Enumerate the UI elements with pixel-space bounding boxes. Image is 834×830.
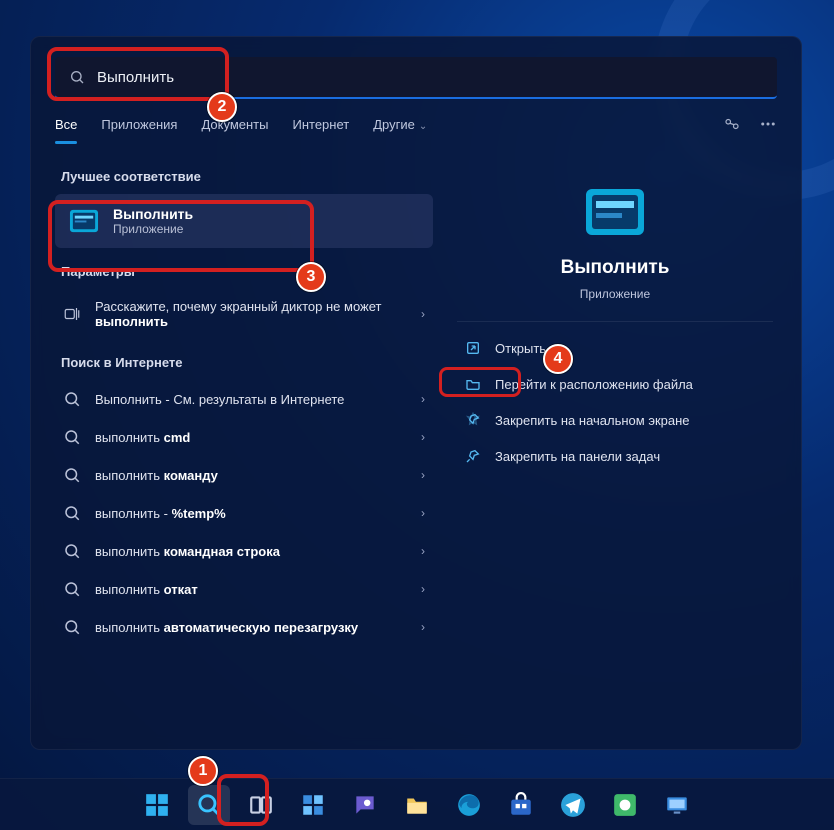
divider: [457, 321, 773, 322]
best-match-title: Выполнить: [113, 206, 193, 222]
pin-taskbar-icon: [465, 448, 481, 464]
search-icon: [63, 542, 81, 560]
chevron-right-icon: ›: [421, 468, 425, 482]
section-settings-title: Параметры: [61, 264, 433, 279]
web-result-row[interactable]: выполнить автоматическую перезагрузку ›: [55, 608, 433, 646]
taskbar-search-button[interactable]: [188, 785, 230, 825]
search-icon: [63, 504, 81, 522]
preview-subtitle: Приложение: [580, 287, 650, 301]
search-icon: [63, 618, 81, 636]
tab-internet[interactable]: Интернет: [292, 117, 349, 144]
preview-title: Выполнить: [561, 257, 670, 279]
action-pin-start[interactable]: Закрепить на начальном экране: [457, 402, 773, 438]
action-pin-start-label: Закрепить на начальном экране: [495, 413, 690, 428]
folder-icon: [465, 376, 481, 392]
action-open-label: Открыть: [495, 341, 546, 356]
preview-pane: Выполнить Приложение Открыть Перейти к р…: [441, 153, 801, 749]
web-result-row[interactable]: выполнить команду ›: [55, 456, 433, 494]
settings-result-text: Расскажите, почему экранный диктор не мо…: [95, 299, 407, 329]
chevron-right-icon: ›: [421, 506, 425, 520]
tab-documents[interactable]: Документы: [201, 117, 268, 144]
best-match-subtitle: Приложение: [113, 222, 193, 236]
results-left-column: Лучшее соответствие Выполнить Приложение…: [31, 153, 441, 749]
search-input[interactable]: [97, 69, 763, 86]
action-open[interactable]: Открыть: [457, 330, 773, 366]
store-button[interactable]: [500, 785, 542, 825]
search-icon: [63, 466, 81, 484]
network-status-icon[interactable]: [723, 115, 741, 133]
chevron-right-icon: ›: [421, 430, 425, 444]
telegram-button[interactable]: [552, 785, 594, 825]
search-icon: [63, 580, 81, 598]
web-result-text: выполнить - %temp%: [95, 506, 226, 521]
narrator-settings-icon: [63, 305, 81, 323]
section-best-match-title: Лучшее соответствие: [61, 169, 433, 184]
action-location-label: Перейти к расположению файла: [495, 377, 693, 392]
chevron-right-icon: ›: [421, 620, 425, 634]
widgets-button[interactable]: [292, 785, 334, 825]
search-icon: [63, 390, 81, 408]
web-result-row[interactable]: выполнить cmd ›: [55, 418, 433, 456]
search-icon: [69, 69, 85, 85]
web-result-text: выполнить команду: [95, 468, 218, 483]
chevron-right-icon: ›: [421, 544, 425, 558]
chevron-right-icon: ›: [421, 582, 425, 596]
file-explorer-button[interactable]: [396, 785, 438, 825]
action-pin-taskbar[interactable]: Закрепить на панели задач: [457, 438, 773, 474]
search-icon: [63, 428, 81, 446]
pin-icon: [465, 412, 481, 428]
app-green-button[interactable]: [604, 785, 646, 825]
web-result-text: выполнить автоматическую перезагрузку: [95, 620, 358, 635]
tab-all[interactable]: Все: [55, 117, 77, 144]
chat-button[interactable]: [344, 785, 386, 825]
taskbar: [0, 778, 834, 830]
web-result-text: Выполнить - См. результаты в Интернете: [95, 392, 344, 407]
best-match-card[interactable]: Выполнить Приложение: [55, 194, 433, 248]
web-result-row[interactable]: Выполнить - См. результаты в Интернете ›: [55, 380, 433, 418]
chevron-right-icon: ›: [421, 392, 425, 406]
tab-more[interactable]: Другие⌄: [373, 117, 427, 144]
web-result-text: выполнить откат: [95, 582, 198, 597]
app-display-button[interactable]: [656, 785, 698, 825]
open-icon: [465, 340, 481, 356]
web-result-row[interactable]: выполнить откат ›: [55, 570, 433, 608]
section-web-title: Поиск в Интернете: [61, 355, 433, 370]
start-button[interactable]: [136, 785, 178, 825]
edge-button[interactable]: [448, 785, 490, 825]
search-bar[interactable]: [55, 57, 777, 99]
chevron-right-icon: ›: [421, 307, 425, 321]
web-result-row[interactable]: выполнить командная строка ›: [55, 532, 433, 570]
web-result-row[interactable]: выполнить - %temp% ›: [55, 494, 433, 532]
tab-apps[interactable]: Приложения: [101, 117, 177, 144]
web-result-text: выполнить командная строка: [95, 544, 280, 559]
more-options-icon[interactable]: [759, 115, 777, 133]
run-app-large-icon: [584, 187, 646, 237]
task-view-button[interactable]: [240, 785, 282, 825]
chevron-down-icon: ⌄: [419, 121, 427, 132]
windows-search-panel: Все Приложения Документы Интернет Другие…: [30, 36, 802, 750]
action-pin-taskbar-label: Закрепить на панели задач: [495, 449, 660, 464]
settings-result-row[interactable]: Расскажите, почему экранный диктор не мо…: [55, 289, 433, 339]
search-tabs: Все Приложения Документы Интернет Другие…: [31, 105, 801, 145]
web-result-text: выполнить cmd: [95, 430, 190, 445]
run-app-icon: [69, 208, 99, 234]
action-open-location[interactable]: Перейти к расположению файла: [457, 366, 773, 402]
